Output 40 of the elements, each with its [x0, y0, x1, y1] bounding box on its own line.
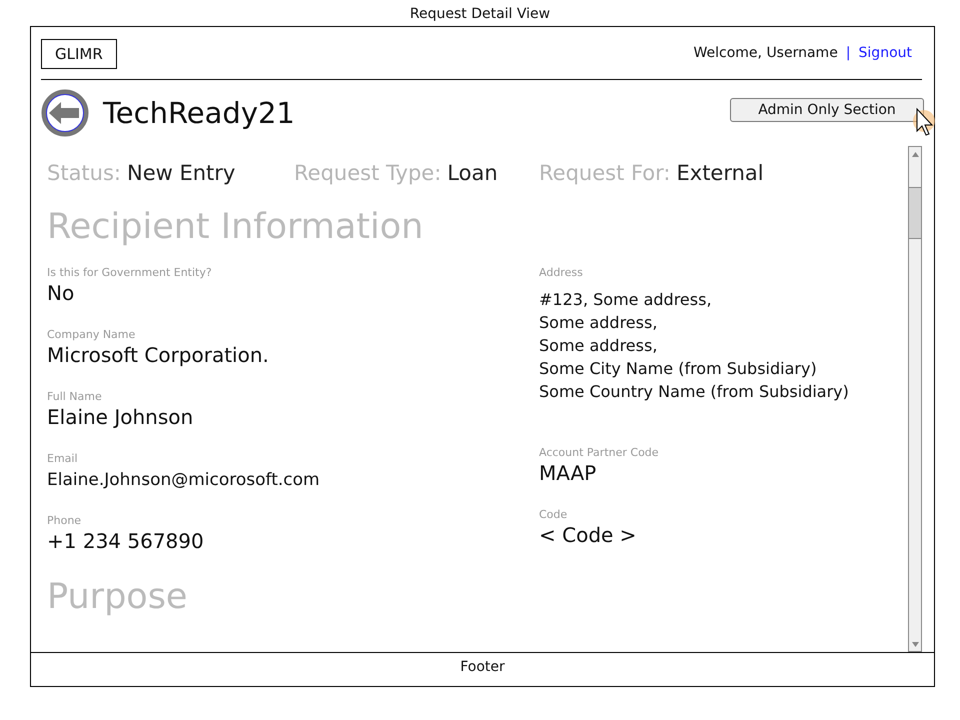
admin-section-button[interactable]: Admin Only Section: [730, 98, 924, 122]
scrollbar[interactable]: [908, 146, 922, 652]
section-heading: Recipient Information: [47, 206, 424, 249]
window-title: Request Detail View: [408, 5, 552, 24]
field-value: MAAP: [539, 460, 598, 486]
separator: |: [846, 45, 851, 61]
field-label: Account Partner Code: [539, 446, 660, 460]
page-title: TechReady21: [103, 96, 295, 130]
welcome-text: Welcome, Username: [694, 45, 838, 61]
summary-value: New Entry: [127, 161, 236, 185]
field-value: Elaine Johnson: [47, 404, 194, 430]
address-line: Some City Name (from Subsidiary): [539, 358, 818, 380]
scroll-down-icon[interactable]: [912, 642, 918, 646]
address-line: Some Country Name (from Subsidiary): [539, 381, 850, 403]
field-value: No: [47, 280, 76, 306]
field-label: Full Name: [47, 390, 103, 404]
field-label: Is this for Government Entity?: [47, 266, 213, 280]
address-line: Some address,: [539, 312, 658, 334]
field-value: Elaine.Johnson@micorosoft.com: [47, 469, 321, 492]
field-label: Company Name: [47, 328, 136, 342]
field-label: Address: [539, 266, 584, 280]
summary-label: Request Type:: [294, 161, 442, 185]
section-heading: Purpose: [47, 576, 188, 619]
field-label: Code: [539, 508, 568, 522]
summary-label: Status:: [47, 161, 121, 185]
field-value: +1 234 567890: [47, 528, 205, 554]
address-line: #123, Some address,: [539, 289, 713, 311]
summary-value: Loan: [447, 161, 498, 185]
address-line: Some address,: [539, 335, 658, 357]
logo: GLIMR: [41, 39, 117, 69]
field-value: < Code >: [539, 522, 638, 548]
field-value: Microsoft Corporation.: [47, 342, 270, 368]
summary-label: Request For:: [539, 161, 670, 185]
field-label: Phone: [47, 514, 82, 528]
scroll-up-icon[interactable]: [912, 152, 918, 156]
footer-text: Footer: [31, 652, 934, 686]
signout-link[interactable]: Signout: [858, 45, 912, 61]
field-label: Email: [47, 452, 79, 466]
scroll-thumb[interactable]: [909, 187, 921, 239]
summary-value: External: [676, 161, 764, 185]
